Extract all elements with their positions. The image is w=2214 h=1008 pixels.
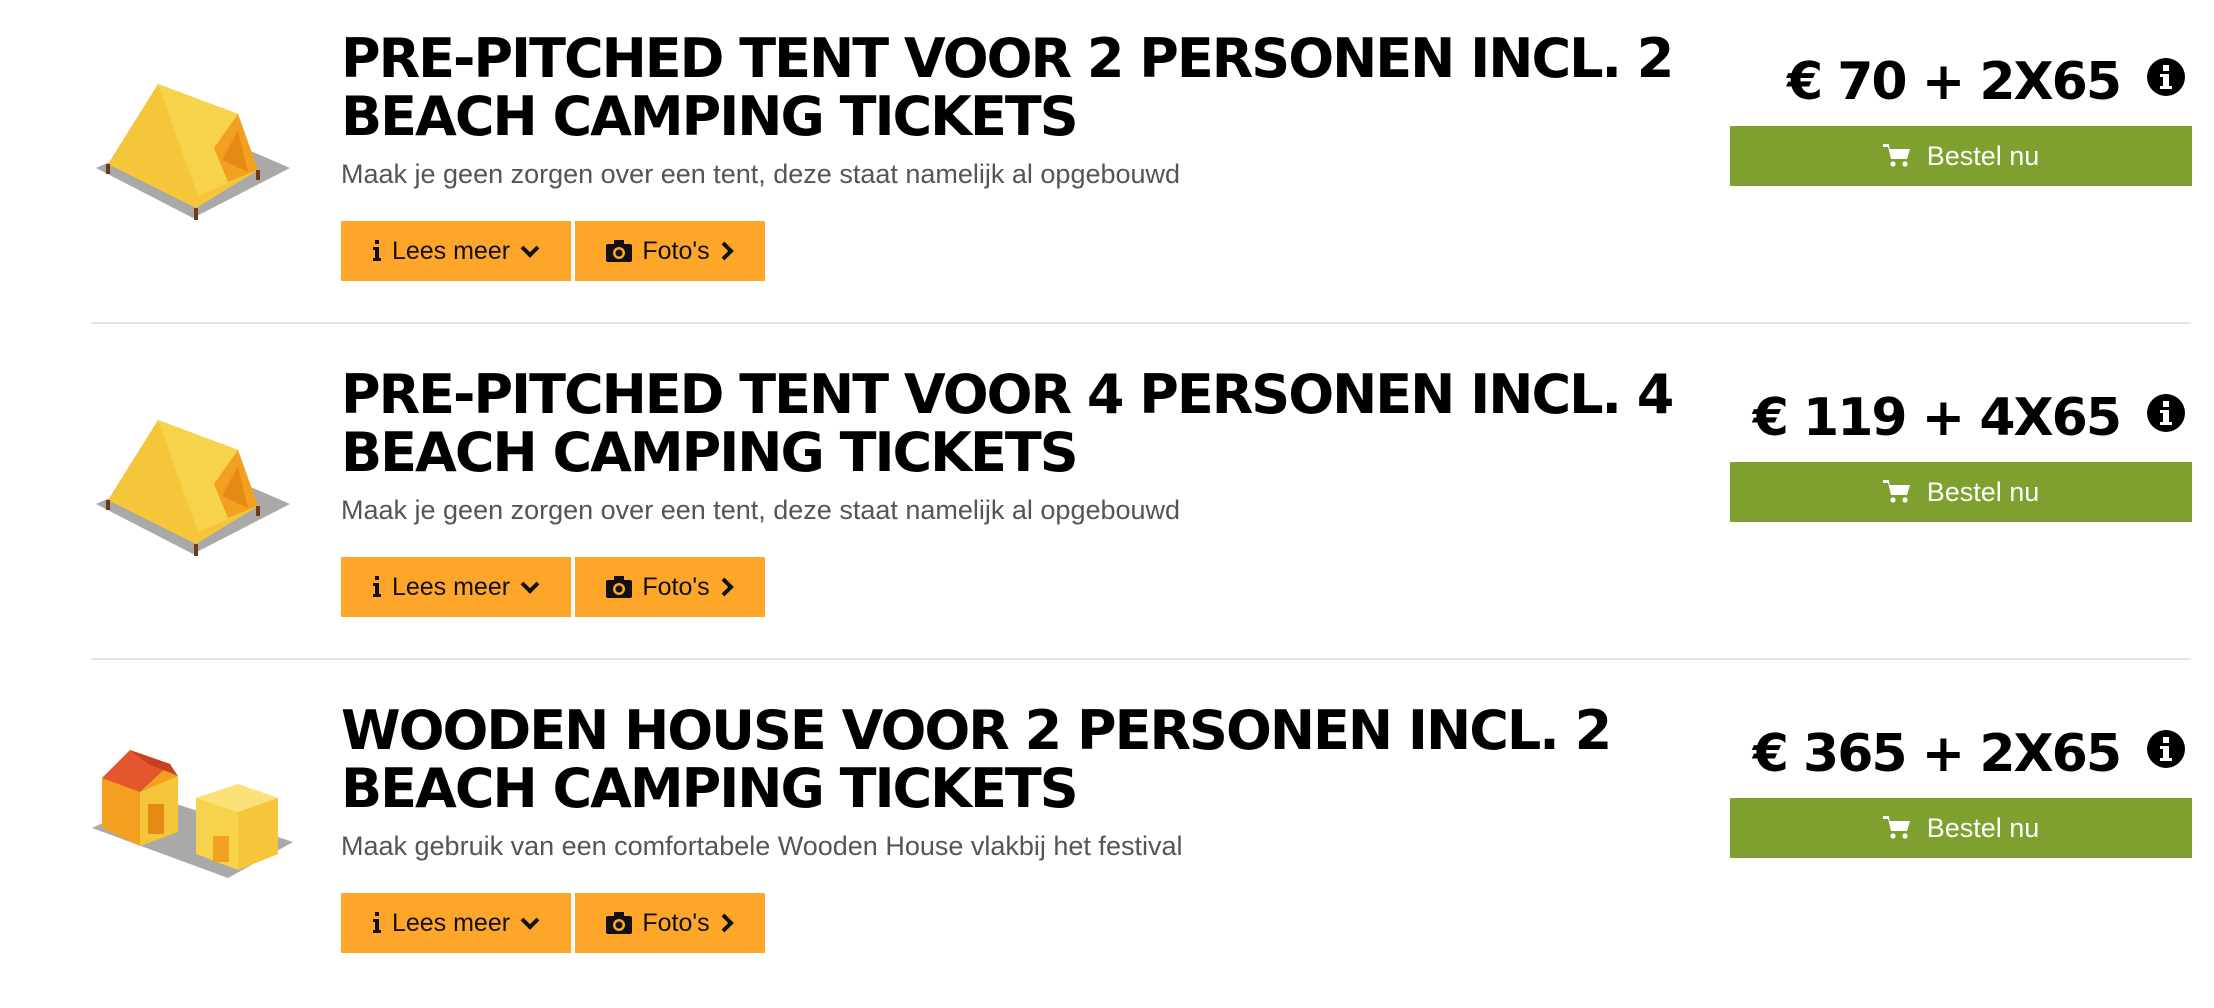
camera-icon [606, 576, 633, 598]
chevron-down-icon [520, 245, 540, 258]
read-more-button[interactable]: Lees meer [341, 221, 571, 281]
chevron-right-icon [721, 577, 734, 597]
info-small-icon [372, 576, 381, 597]
info-icon[interactable] [2146, 57, 2186, 97]
read-more-label: Lees meer [391, 908, 511, 937]
item-divider [91, 658, 2191, 660]
price: € 365 + 2X65 [1752, 724, 2122, 784]
item-divider [91, 322, 2191, 324]
photos-label: Foto's [642, 236, 710, 265]
photos-button[interactable]: Foto's [575, 557, 765, 617]
product-item-3: WOODEN HOUSE VOOR 2 PERSONEN INCL. 2 BEA… [0, 672, 2214, 1008]
info-icon[interactable] [2146, 393, 2186, 433]
chevron-right-icon [721, 241, 734, 261]
info-small-icon [372, 912, 381, 933]
tent-icon [96, 420, 290, 556]
product-item-2: PRE-PITCHED TENT VOOR 4 PERSONEN INCL. 4… [0, 336, 2214, 672]
product-title: WOODEN HOUSE VOOR 2 PERSONEN INCL. 2 BEA… [341, 699, 1612, 820]
order-button[interactable]: Bestel nu [1730, 798, 2192, 858]
order-button[interactable]: Bestel nu [1730, 126, 2192, 186]
product-item-1: PRE-PITCHED TENT VOOR 2 PERSONEN INCL. 2… [0, 0, 2214, 336]
product-title: PRE-PITCHED TENT VOOR 2 PERSONEN INCL. 2… [341, 27, 1674, 148]
tent-icon [96, 84, 290, 220]
order-button[interactable]: Bestel nu [1730, 462, 2192, 522]
product-description: Maak je geen zorgen over een tent, deze … [341, 159, 1181, 189]
order-label: Bestel nu [1926, 812, 2040, 843]
info-icon[interactable] [2146, 729, 2186, 769]
chevron-down-icon [520, 581, 540, 594]
wooden-house-icon [92, 750, 293, 878]
product-description: Maak je geen zorgen over een tent, deze … [341, 495, 1181, 525]
photos-label: Foto's [642, 908, 710, 937]
photos-button[interactable]: Foto's [575, 893, 765, 953]
camera-icon [606, 240, 633, 262]
photos-label: Foto's [642, 572, 710, 601]
read-more-label: Lees meer [391, 236, 511, 265]
price: € 70 + 2X65 [1786, 52, 2122, 112]
price: € 119 + 4X65 [1752, 388, 2122, 448]
cart-icon [1882, 144, 1910, 167]
order-label: Bestel nu [1926, 140, 2040, 171]
product-description: Maak gebruik van een comfortabele Wooden… [341, 831, 1183, 861]
cart-icon [1882, 480, 1910, 503]
photos-button[interactable]: Foto's [575, 221, 765, 281]
order-label: Bestel nu [1926, 476, 2040, 507]
product-title: PRE-PITCHED TENT VOOR 4 PERSONEN INCL. 4… [341, 363, 1674, 484]
info-small-icon [372, 240, 381, 261]
cart-icon [1882, 816, 1910, 839]
chevron-down-icon [520, 917, 540, 930]
read-more-button[interactable]: Lees meer [341, 557, 571, 617]
chevron-right-icon [721, 913, 734, 933]
read-more-button[interactable]: Lees meer [341, 893, 571, 953]
read-more-label: Lees meer [391, 572, 511, 601]
camera-icon [606, 912, 633, 934]
